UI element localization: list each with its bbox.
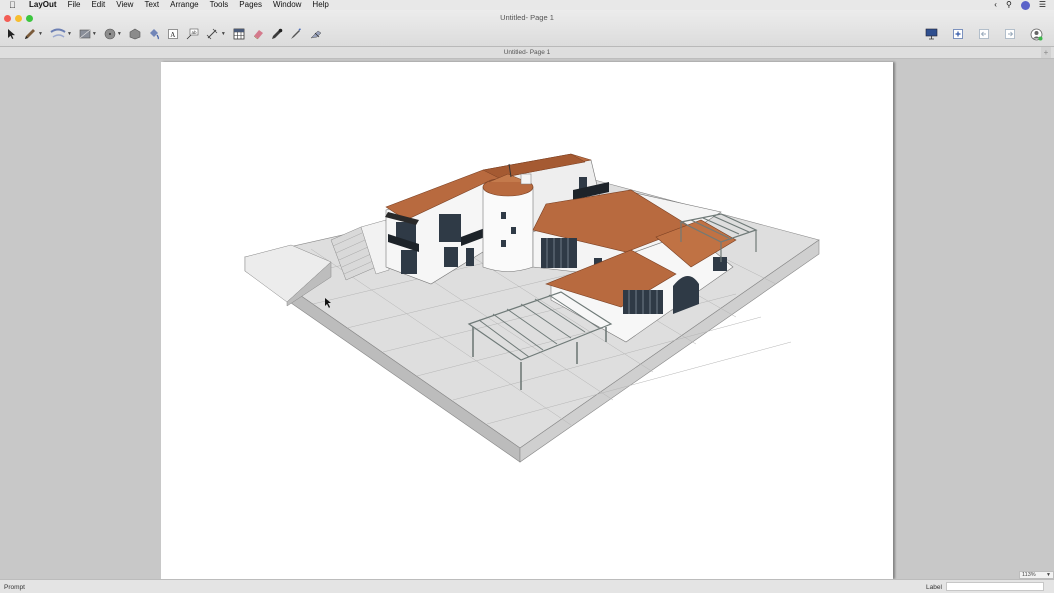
status-bar: Prompt Label	[0, 579, 1054, 593]
arc-tool-button[interactable]: ▼	[50, 25, 72, 43]
chevron-down-icon: ▼	[220, 31, 226, 37]
menu-edit[interactable]: Edit	[91, 0, 105, 10]
account-icon	[1030, 28, 1043, 40]
split-icon	[310, 30, 322, 39]
menu-arrange[interactable]: Arrange	[170, 0, 198, 10]
label-tool-button[interactable]: ab	[186, 25, 199, 43]
document-tab-bar: Untitled- Page 1 +	[0, 47, 1054, 59]
table-icon	[233, 28, 245, 40]
rectangle-icon	[79, 29, 91, 39]
window-titlebar: Untitled- Page 1 ▼ ▼ ▼ ▼ A ab ▼	[0, 10, 1054, 47]
select-tool-button[interactable]	[6, 25, 16, 43]
eraser-icon	[253, 30, 263, 40]
chevron-left-icon[interactable]: ‹	[994, 0, 997, 10]
eraser-tool-button[interactable]	[252, 25, 264, 43]
dimension-tool-button[interactable]: ▼	[206, 25, 226, 43]
right-toolbar	[925, 25, 1050, 43]
zoom-value: 113%	[1022, 572, 1036, 578]
chevron-down-icon: ▼	[38, 31, 43, 37]
pencil-icon	[25, 29, 35, 39]
polygon-tool-button[interactable]	[129, 25, 141, 43]
apple-icon[interactable]: 	[9, 0, 19, 10]
eyedropper-tool-button[interactable]	[271, 25, 283, 43]
add-page-icon	[953, 29, 963, 39]
select-icon	[8, 29, 15, 39]
circle-icon	[104, 28, 116, 40]
svg-text:A: A	[170, 31, 175, 39]
table-tool-button[interactable]	[233, 25, 245, 43]
text-icon: A	[168, 29, 178, 39]
siri-icon[interactable]	[1020, 0, 1030, 10]
menubar-extras: ‹ ⚲ ☰	[994, 0, 1046, 10]
search-icon[interactable]: ⚲	[1006, 0, 1012, 10]
circle-tool-button[interactable]: ▼	[104, 25, 122, 43]
add-page-button[interactable]	[952, 25, 964, 43]
eyedropper-icon	[271, 28, 283, 39]
split-tool-button[interactable]	[309, 25, 323, 43]
menu-window[interactable]: Window	[273, 0, 301, 10]
label-input[interactable]	[946, 582, 1044, 591]
previous-page-button[interactable]	[978, 25, 990, 43]
next-page-button[interactable]	[1004, 25, 1016, 43]
status-prompt: Prompt	[4, 584, 25, 591]
svg-text:ab: ab	[191, 30, 197, 35]
arc-icon	[50, 28, 66, 38]
menu-help[interactable]: Help	[312, 0, 328, 10]
add-tab-icon[interactable]: +	[1041, 47, 1051, 58]
menu-view[interactable]: View	[116, 0, 133, 10]
menu-bar:  LayOut File Edit View Text Arrange Too…	[0, 0, 1054, 10]
text-tool-button[interactable]: A	[167, 25, 179, 43]
rectangle-tool-button[interactable]: ▼	[79, 25, 97, 43]
style-tool-button[interactable]	[290, 25, 302, 43]
chevron-down-icon: ▼	[1046, 572, 1051, 578]
label-icon: ab	[186, 28, 199, 40]
sketchup-model-viewport[interactable]	[161, 62, 893, 579]
app-menu[interactable]: LayOut	[29, 0, 57, 10]
presentation-icon	[925, 28, 938, 40]
drawing-canvas[interactable]	[0, 60, 1054, 579]
dimension-icon	[206, 28, 218, 40]
style-icon	[290, 28, 301, 39]
previous-page-icon	[979, 29, 989, 39]
layout-page[interactable]	[161, 62, 893, 579]
menu-text[interactable]: Text	[144, 0, 159, 10]
menu-list-icon[interactable]: ☰	[1039, 0, 1046, 10]
paint-bucket-tool-button[interactable]	[148, 25, 160, 43]
menu-pages[interactable]: Pages	[239, 0, 262, 10]
menu-file[interactable]: File	[68, 0, 81, 10]
next-page-icon	[1005, 29, 1015, 39]
presentation-button[interactable]	[925, 25, 938, 43]
paint-bucket-icon	[149, 29, 159, 40]
menu-tools[interactable]: Tools	[210, 0, 229, 10]
polygon-icon	[129, 28, 141, 40]
pencil-tool-button[interactable]: ▼	[23, 25, 43, 43]
document-tab[interactable]: Untitled- Page 1	[0, 49, 1054, 56]
zoom-select[interactable]: 113% ▼	[1019, 571, 1054, 579]
chevron-down-icon: ▼	[66, 31, 72, 37]
chevron-down-icon: ▼	[91, 31, 97, 37]
label-caption: Label	[926, 584, 942, 591]
account-button[interactable]	[1030, 25, 1043, 43]
main-toolbar: ▼ ▼ ▼ ▼ A ab ▼	[6, 25, 330, 43]
window-title: Untitled- Page 1	[500, 13, 554, 22]
chevron-down-icon: ▼	[116, 31, 122, 37]
